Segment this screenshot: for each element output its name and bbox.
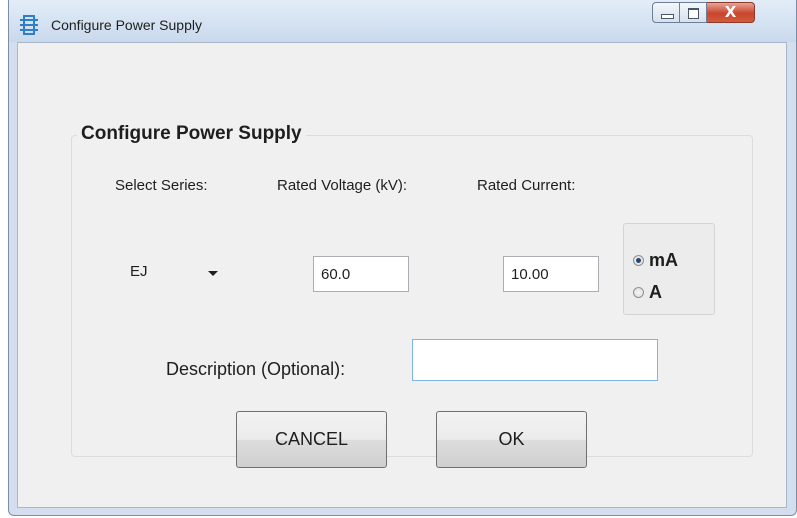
- maximize-icon: [688, 8, 699, 19]
- current-label: Rated Current:: [477, 177, 576, 194]
- ok-button-label: OK: [498, 429, 525, 449]
- series-dropdown[interactable]: EJ: [123, 256, 223, 290]
- series-selected-value: EJ: [130, 263, 148, 280]
- voltage-label: Rated Voltage (kV):: [277, 177, 408, 194]
- group-title: Configure Power Supply: [77, 123, 306, 145]
- unit-option-label: mA: [649, 250, 679, 270]
- chevron-down-icon: [208, 271, 218, 276]
- description-input[interactable]: [412, 339, 658, 381]
- unit-option-ma[interactable]: mA: [633, 250, 678, 271]
- unit-selector: mA A: [623, 223, 715, 315]
- current-value: 10.00: [511, 265, 549, 283]
- cancel-button-label: CANCEL: [274, 429, 349, 449]
- series-label: Select Series:: [115, 177, 208, 194]
- close-icon: X: [724, 3, 737, 21]
- app-circuit-icon: [20, 15, 38, 35]
- title-bar[interactable]: Configure Power Supply X: [9, 0, 796, 42]
- configure-groupbox: Configure Power Supply Select Series: Ra…: [71, 123, 753, 468]
- dialog-client-area: Configure Power Supply Select Series: Ra…: [17, 42, 787, 508]
- radio-unchecked-icon[interactable]: [633, 287, 644, 298]
- ok-button[interactable]: OK: [436, 411, 587, 468]
- current-input[interactable]: 10.00: [503, 256, 599, 292]
- voltage-input[interactable]: 60.0: [313, 256, 409, 292]
- window-controls: X: [652, 2, 755, 24]
- minimize-icon: [661, 14, 674, 19]
- voltage-value: 60.0: [321, 265, 351, 283]
- window-title: Configure Power Supply: [51, 17, 202, 33]
- unit-option-label: A: [649, 282, 662, 302]
- unit-option-a[interactable]: A: [633, 282, 662, 303]
- description-label: Description (Optional):: [166, 359, 346, 379]
- dialog-window: Configure Power Supply X Configure Power…: [8, 0, 797, 516]
- radio-checked-icon[interactable]: [633, 255, 644, 266]
- close-button[interactable]: X: [707, 2, 755, 23]
- cancel-button[interactable]: CANCEL: [236, 411, 387, 468]
- maximize-button[interactable]: [680, 2, 707, 23]
- minimize-button[interactable]: [652, 2, 680, 23]
